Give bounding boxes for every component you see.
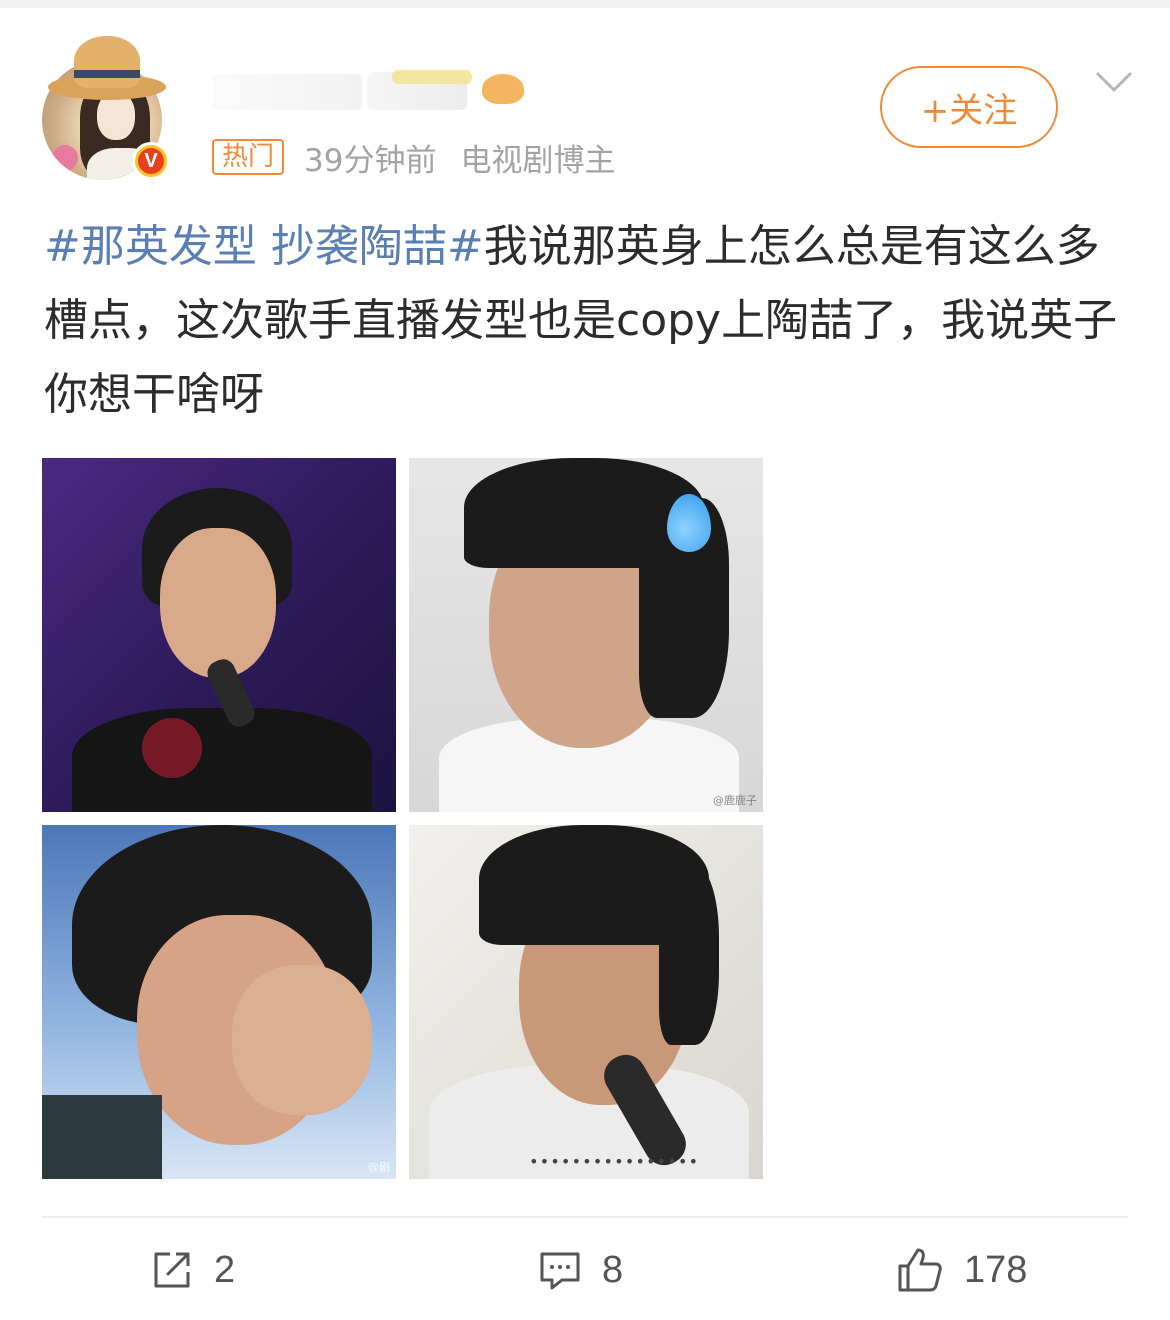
author-role: 电视剧博主 (460, 142, 616, 179)
image-watermark: @剧 (368, 1161, 390, 1174)
image-grid: @鹿鹿子 @剧 •••••••••••••••• (42, 458, 764, 1180)
chevron-down-icon[interactable] (1094, 62, 1134, 102)
image-tile[interactable]: @剧 (42, 825, 396, 1179)
top-separator (0, 0, 1170, 8)
image-tile[interactable] (42, 458, 396, 812)
avatar[interactable]: V (42, 30, 170, 180)
image-tile[interactable]: •••••••••••••••• (409, 825, 763, 1179)
username-redacted[interactable] (212, 68, 532, 112)
like-button[interactable]: 178 (896, 1230, 1027, 1310)
image-watermark: •••••••••••••••• (529, 1152, 700, 1171)
divider (42, 1216, 1128, 1218)
post-time: 39分钟前 (304, 142, 437, 179)
verified-icon: V (132, 142, 170, 180)
comment-icon (540, 1252, 580, 1290)
action-bar: 2 8 178 (0, 1230, 1170, 1310)
like-count: 178 (964, 1248, 1028, 1291)
like-icon (898, 1248, 942, 1292)
image-tile[interactable]: @鹿鹿子 (409, 458, 763, 812)
follow-button[interactable]: +关注 (880, 66, 1058, 148)
share-icon (154, 1252, 190, 1288)
comment-button[interactable]: 8 (538, 1230, 623, 1310)
share-button[interactable]: 2 (150, 1230, 235, 1310)
hashtag-link[interactable]: #那英发型 抄袭陶喆# (44, 221, 484, 272)
comment-count: 8 (602, 1248, 624, 1291)
hot-badge: 热门 (212, 139, 285, 175)
post-text: #那英发型 抄袭陶喆#我说那英身上怎么总是有这么多槽点，这次歌手直播发型也是co… (44, 210, 1134, 432)
share-count: 2 (214, 1248, 236, 1291)
post-meta: 热门 39分钟前 电视剧博主 (212, 136, 616, 179)
image-watermark: @鹿鹿子 (713, 794, 757, 807)
hat-decoration (48, 30, 168, 110)
